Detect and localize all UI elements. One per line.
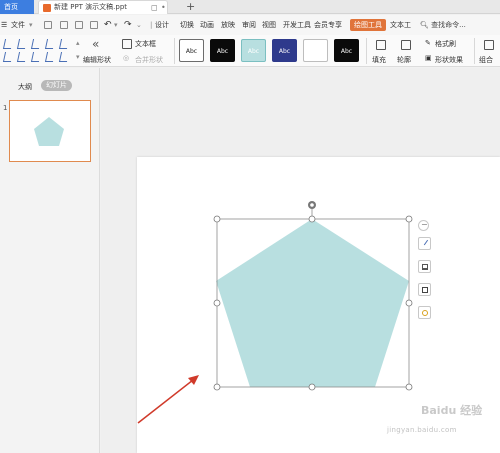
resize-handle-n[interactable]: [308, 215, 316, 223]
minus-icon: −: [421, 220, 428, 229]
shape-outline-button[interactable]: [418, 283, 431, 296]
resize-handle-se[interactable]: [405, 383, 413, 391]
brush-icon: [423, 239, 433, 249]
resize-handle-ne[interactable]: [405, 215, 413, 223]
resize-handle-e[interactable]: [405, 299, 413, 307]
resize-handle-nw[interactable]: [213, 215, 221, 223]
resize-handle-w[interactable]: [213, 299, 221, 307]
annotation-arrow: [137, 379, 194, 424]
shape-style-button[interactable]: [418, 237, 433, 250]
baidu-watermark: Baidu 经验 jingyan.baidu.com: [387, 396, 497, 446]
collapse-tools-button[interactable]: −: [418, 220, 429, 231]
rotate-icon: [310, 203, 314, 207]
watermark-url: jingyan.baidu.com: [387, 426, 457, 434]
fill-icon: [422, 264, 428, 270]
resize-handle-s[interactable]: [308, 383, 316, 391]
shape-effect-button[interactable]: [418, 306, 431, 319]
resize-handle-sw[interactable]: [213, 383, 221, 391]
bulb-icon: [422, 310, 428, 316]
pentagon-shape[interactable]: [216, 219, 409, 387]
shape-fill-button[interactable]: [418, 260, 431, 273]
watermark-brand: Baidu 经验: [421, 404, 483, 417]
outline-icon: [422, 287, 428, 293]
